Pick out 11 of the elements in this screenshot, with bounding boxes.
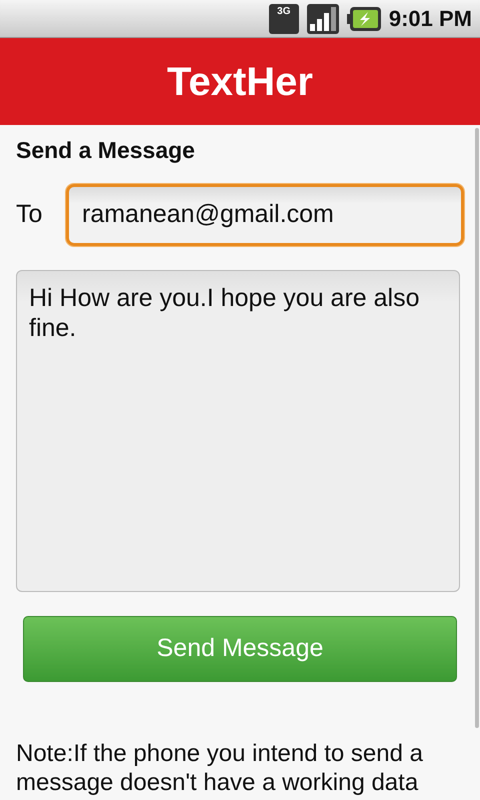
battery-charging-icon (346, 6, 381, 30)
form-heading: Send a Message (16, 136, 196, 165)
clock: 9:01 PM (388, 5, 472, 33)
signal-icon (306, 4, 339, 34)
network-icon: 3G (268, 4, 299, 34)
to-label: To (16, 198, 44, 230)
recipient-field[interactable]: ramanean@gmail.com (66, 184, 464, 246)
app-title: TextHer (167, 58, 313, 106)
scrollbar[interactable] (475, 128, 479, 728)
message-field[interactable]: Hi How are you.I hope you are also fine. (16, 270, 460, 592)
note-text: Note:If the phone you intend to send a message doesn't have a working data (16, 738, 424, 796)
